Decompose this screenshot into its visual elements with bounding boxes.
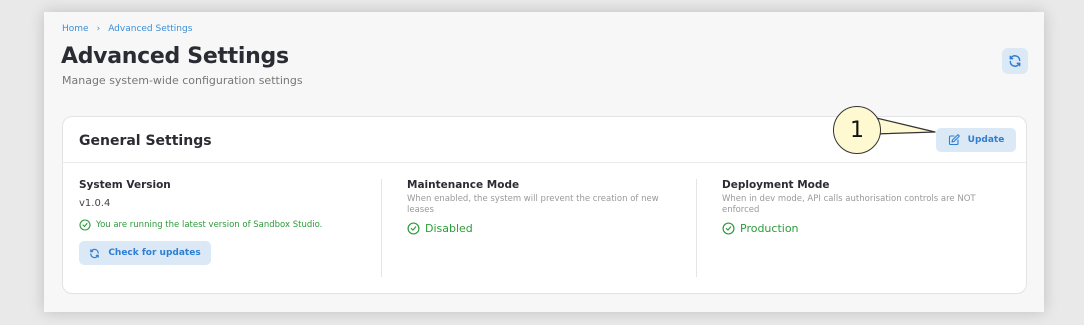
- callout-badge: 1: [833, 106, 881, 154]
- callout-arrow: [867, 115, 936, 135]
